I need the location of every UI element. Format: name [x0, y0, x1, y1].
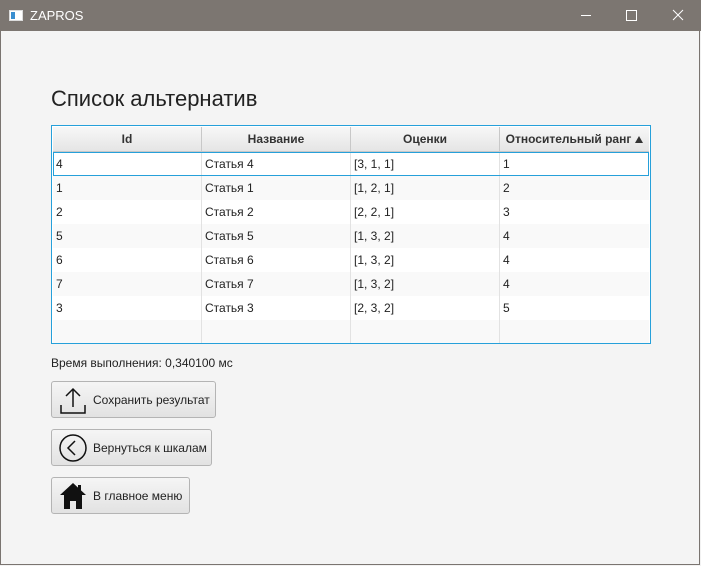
- cell-id: 7: [53, 272, 202, 296]
- cell-id: 5: [53, 224, 202, 248]
- cell-scores: [2, 2, 1]: [351, 200, 500, 224]
- table-row[interactable]: 2 Статья 2 [2, 2, 1] 3: [53, 200, 649, 224]
- cell-name: Статья 4: [202, 152, 351, 176]
- execution-time: Время выполнения: 0,340100 мс: [51, 356, 233, 370]
- cell-scores: [3, 1, 1]: [351, 152, 500, 176]
- upload-icon: [60, 387, 86, 414]
- cell-empty: [202, 320, 351, 343]
- cell-id: 2: [53, 200, 202, 224]
- maximize-button[interactable]: [609, 0, 655, 31]
- alternatives-table[interactable]: Id Название Оценки Относительный ранг 4 …: [51, 125, 651, 344]
- cell-empty: [53, 320, 202, 343]
- minimize-button[interactable]: [563, 0, 609, 31]
- cell-rank: 5: [503, 301, 510, 315]
- table-row[interactable]: 7 Статья 7 [1, 3, 2] 4: [53, 272, 649, 296]
- column-header-rank-label: Относительный ранг: [505, 132, 632, 146]
- column-header-scores[interactable]: Оценки: [351, 127, 500, 151]
- cell-rank: 1: [503, 157, 510, 171]
- cell-id: 1: [53, 176, 202, 200]
- cell-name: Статья 1: [202, 176, 351, 200]
- cell-rank: 3: [503, 205, 510, 219]
- cell-id: 6: [53, 248, 202, 272]
- table-row-empty: [53, 320, 649, 343]
- cell-scores: [1, 3, 2]: [351, 248, 500, 272]
- close-button[interactable]: [655, 0, 701, 31]
- back-to-scales-button[interactable]: Вернуться к шкалам: [51, 429, 212, 466]
- minimize-icon: [581, 15, 591, 16]
- table-row[interactable]: 3 Статья 3 [2, 3, 2] 5: [53, 296, 649, 320]
- maximize-icon: [626, 10, 637, 21]
- cell-name: Статья 7: [202, 272, 351, 296]
- cell-scores: [1, 3, 2]: [351, 224, 500, 248]
- cell-rank: 4: [503, 253, 510, 267]
- table-row[interactable]: 4 Статья 4 [3, 1, 1] 1: [53, 152, 649, 176]
- cell-id: 4: [53, 152, 202, 176]
- cell-scores: [1, 3, 2]: [351, 272, 500, 296]
- main-menu-label: В главное меню: [93, 489, 183, 503]
- cell-empty: [500, 320, 649, 343]
- save-result-label: Сохранить результат: [93, 393, 210, 407]
- column-header-rank[interactable]: Относительный ранг: [500, 127, 649, 151]
- cell-name: Статья 2: [202, 200, 351, 224]
- cell-empty: [351, 320, 500, 343]
- cell-scores: [1, 2, 1]: [351, 176, 500, 200]
- cell-name: Статья 5: [202, 224, 351, 248]
- table-header: Id Название Оценки Относительный ранг: [53, 127, 649, 152]
- back-to-scales-label: Вернуться к шкалам: [93, 441, 207, 455]
- table-row[interactable]: 5 Статья 5 [1, 3, 2] 4: [53, 224, 649, 248]
- cell-name: Статья 6: [202, 248, 351, 272]
- cell-rank: 4: [503, 229, 510, 243]
- table-row[interactable]: 1 Статья 1 [1, 2, 1] 2: [53, 176, 649, 200]
- cell-rank: 4: [503, 277, 510, 291]
- column-header-name[interactable]: Название: [202, 127, 351, 151]
- main-menu-button[interactable]: В главное меню: [51, 477, 190, 514]
- cell-rank: 2: [503, 181, 510, 195]
- column-header-id[interactable]: Id: [53, 127, 202, 151]
- sort-ascending-icon: [635, 136, 643, 143]
- app-icon: [9, 10, 23, 21]
- save-result-button[interactable]: Сохранить результат: [51, 381, 216, 418]
- title-bar[interactable]: ZAPROS: [0, 0, 701, 31]
- cell-scores: [2, 3, 2]: [351, 296, 500, 320]
- chevron-left-circle-icon: [59, 434, 87, 462]
- window-title: ZAPROS: [30, 8, 84, 23]
- home-icon: [60, 483, 86, 509]
- table-row[interactable]: 6 Статья 6 [1, 3, 2] 4: [53, 248, 649, 272]
- close-icon: [672, 9, 684, 21]
- cell-id: 3: [53, 296, 202, 320]
- cell-name: Статья 3: [202, 296, 351, 320]
- page-title: Список альтернатив: [51, 86, 258, 111]
